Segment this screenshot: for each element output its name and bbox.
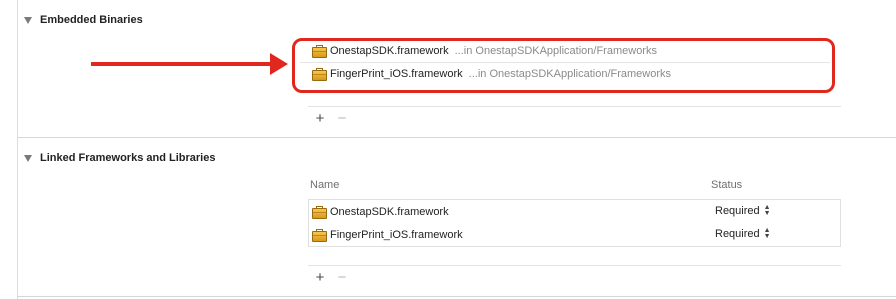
framework-briefcase-icon [312,205,327,219]
framework-name: OnestapSDK.framework [330,45,449,57]
disclosure-triangle-icon[interactable] [24,16,32,24]
add-button[interactable]: + [312,269,328,286]
framework-path: ...in OnestapSDKApplication/Frameworks [468,68,672,80]
section-divider [17,137,896,138]
section-title: Embedded Binaries [40,14,143,26]
framework-briefcase-icon [312,44,327,58]
embedded-row-onestap[interactable]: OnestapSDK.framework ...in OnestapSDKApp… [312,40,657,62]
up-down-stepper-icon: ▲ ▼ [763,227,771,240]
embedded-row-fingerprint[interactable]: FingerPrint_iOS.framework ...in OnestapS… [312,63,671,85]
remove-button[interactable]: − [334,110,350,127]
framework-name: FingerPrint_iOS.framework [330,68,463,80]
status-popup[interactable]: Required ▲ ▼ [715,227,771,240]
framework-briefcase-icon [312,228,327,242]
linked-row-onestap[interactable]: OnestapSDK.framework [312,201,449,223]
status-value: Required [715,228,760,240]
left-border [17,0,18,299]
annotation-arrow [91,62,273,66]
status-value: Required [715,205,760,217]
pm-divider [308,106,841,107]
embedded-binaries-header[interactable]: Embedded Binaries [24,14,143,26]
section-title: Linked Frameworks and Libraries [40,152,216,164]
up-down-stepper-icon: ▲ ▼ [763,204,771,217]
remove-button[interactable]: − [334,269,350,286]
status-popup[interactable]: Required ▲ ▼ [715,204,771,217]
add-button[interactable]: + [312,110,328,127]
linked-row-fingerprint[interactable]: FingerPrint_iOS.framework [312,224,463,246]
framework-name: FingerPrint_iOS.framework [330,229,463,241]
disclosure-triangle-icon[interactable] [24,154,32,162]
framework-name: OnestapSDK.framework [330,206,449,218]
pm-divider [308,265,841,266]
linked-frameworks-header[interactable]: Linked Frameworks and Libraries [24,152,215,164]
column-header-name[interactable]: Name [310,179,339,191]
annotation-arrow-head [270,53,288,75]
framework-path: ...in OnestapSDKApplication/Frameworks [454,45,657,57]
framework-briefcase-icon [312,67,327,81]
embedded-add-remove: + − [312,110,350,127]
linked-add-remove: + − [312,269,350,286]
table-header: Name Status [310,177,840,195]
column-header-status[interactable]: Status [711,179,742,191]
section-divider [17,296,896,297]
